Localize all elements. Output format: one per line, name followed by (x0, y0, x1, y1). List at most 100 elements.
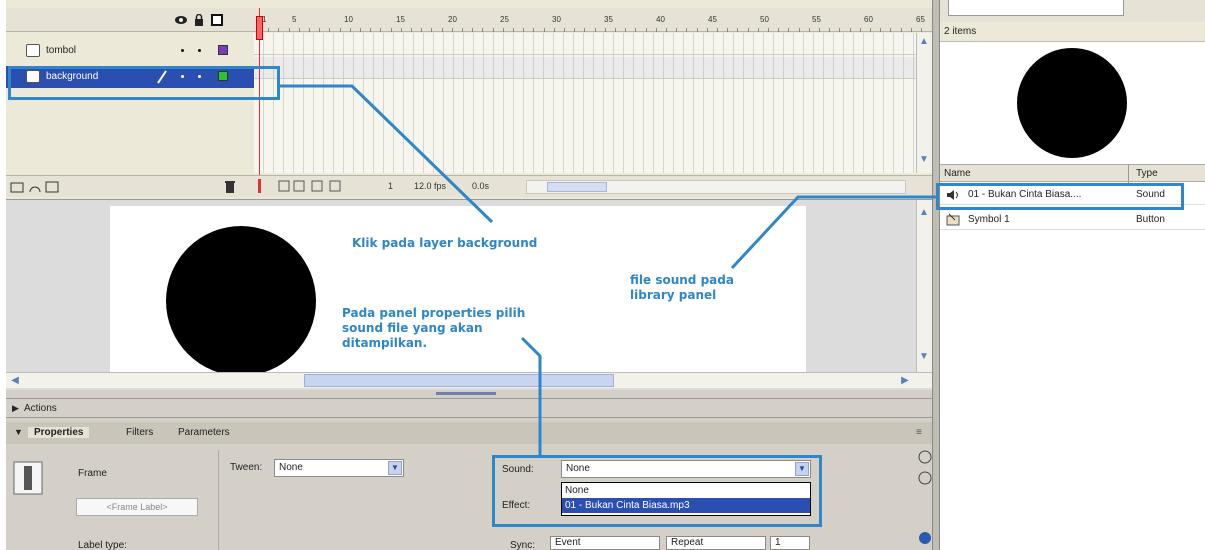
scroll-down-icon[interactable]: ▼ (917, 350, 931, 364)
trash-icon[interactable] (224, 179, 236, 194)
scroll-right-icon[interactable]: ▶ (898, 374, 912, 388)
ruler-tick (288, 28, 290, 32)
ruler-tick (910, 28, 912, 32)
tab-filters[interactable]: Filters (126, 427, 153, 438)
ruler-number: 60 (864, 15, 873, 24)
collapse-triangle-icon[interactable]: ▼ (14, 427, 23, 437)
ruler-tick (788, 28, 790, 32)
repeat-count-input[interactable]: 1 (770, 536, 810, 550)
ruler-tick (706, 28, 708, 32)
tab-parameters[interactable]: Parameters (178, 427, 230, 438)
layer-name: tombol (46, 45, 77, 56)
actions-panel-bar[interactable]: ▶ Actions (6, 398, 932, 418)
ruler-tick (880, 28, 882, 32)
layer-tools-icon[interactable] (10, 180, 60, 194)
ruler-tick (370, 28, 372, 32)
column-name[interactable]: Name (944, 168, 971, 179)
ruler-tick (472, 28, 474, 32)
column-type[interactable]: Type (1136, 168, 1158, 179)
ruler-tick (890, 28, 892, 32)
ruler-number: 65 (916, 15, 925, 24)
frame-row[interactable] (254, 57, 916, 79)
timeline-vertical-scrollbar[interactable]: ▲ ▼ (916, 33, 932, 173)
frame-label: Frame (78, 468, 107, 479)
library-item[interactable]: Symbol 1 Button (940, 210, 1205, 230)
elapsed-time: 0.0s (472, 181, 490, 191)
scroll-down-icon[interactable]: ▼ (917, 153, 931, 167)
ruler-number: 15 (396, 15, 405, 24)
ruler-tick (574, 28, 576, 32)
timeline-panel: 1 5 10 15 20 25 30 35 40 45 50 55 60 65 tombol backgr… (6, 0, 932, 200)
scroll-thumb[interactable] (304, 374, 614, 387)
ruler-tick (615, 28, 616, 32)
ruler-tick (849, 28, 851, 32)
highlight-layer-background (8, 66, 280, 100)
stage-horizontal-scrollbar[interactable]: ◀ ▶ (6, 372, 932, 388)
layer-row-tombol[interactable]: tombol (6, 40, 254, 62)
ruler-tick (655, 28, 657, 32)
ruler-tick (625, 28, 627, 32)
ruler-tick (298, 28, 300, 32)
layer-color-swatch[interactable] (218, 45, 228, 55)
scroll-up-icon[interactable]: ▲ (917, 35, 931, 49)
button-symbol-icon (946, 213, 960, 226)
ruler-tick (829, 28, 831, 32)
ruler-tick (400, 28, 402, 32)
outline-icon[interactable] (210, 14, 224, 26)
actions-label[interactable]: Actions (24, 403, 57, 414)
frame-ruler[interactable]: 1 5 10 15 20 25 30 35 40 45 50 55 60 65 (254, 8, 925, 32)
onion-skin-icons[interactable] (278, 180, 368, 193)
ruler-number: 25 (500, 15, 509, 24)
library-preview (940, 42, 1205, 164)
ruler-tick (859, 28, 861, 32)
frame-rate[interactable]: 12.0 fps (414, 181, 446, 191)
ruler-tick (502, 28, 504, 32)
ruler-tick (441, 28, 443, 32)
sync-dropdown[interactable]: Event (550, 536, 660, 550)
scroll-up-icon[interactable]: ▲ (917, 206, 931, 220)
scroll-thumb[interactable] (547, 182, 607, 192)
layer-icon (26, 44, 40, 57)
ruler-tick (768, 28, 769, 32)
stage-vertical-scrollbar[interactable]: ▲ ▼ (916, 200, 932, 375)
tween-dropdown[interactable]: None ▼ (274, 459, 404, 477)
label-type-label: Label type: (78, 540, 127, 550)
eye-icon[interactable] (174, 14, 188, 26)
panel-splitter[interactable] (436, 389, 496, 397)
timeline-horizontal-scrollbar[interactable] (526, 180, 906, 194)
properties-side-icons[interactable] (918, 450, 932, 546)
black-circle-shape[interactable] (166, 226, 316, 376)
ruler-tick (798, 28, 800, 32)
ruler-tick (921, 28, 922, 32)
sync-label: Sync: (510, 540, 536, 550)
scroll-left-icon[interactable]: ◀ (8, 374, 22, 388)
ruler-tick (451, 28, 453, 32)
expand-triangle-icon[interactable]: ▶ (12, 403, 19, 414)
highlight-sound-properties (492, 455, 822, 527)
ruler-tick (717, 28, 718, 32)
library-toolbar (940, 0, 1205, 22)
preview-circle-shape (1017, 48, 1127, 158)
ruler-tick (543, 28, 545, 32)
library-document-dropdown[interactable] (948, 0, 1124, 16)
library-item-count: 2 items (940, 22, 1205, 42)
current-frame: 1 (388, 181, 394, 191)
ruler-tick (492, 28, 494, 32)
sync-value: Event (555, 537, 581, 548)
repeat-dropdown[interactable]: Repeat (666, 536, 766, 550)
tween-value: None (279, 462, 303, 473)
chevron-down-icon[interactable]: ▼ (388, 461, 402, 475)
frames-grid[interactable] (254, 33, 916, 173)
repeat-count: 1 (775, 537, 781, 548)
visibility-dot[interactable] (181, 49, 184, 52)
lock-dot[interactable] (198, 49, 201, 52)
frame-label-input[interactable]: <Frame Label> (76, 498, 198, 516)
ruler-tick (268, 28, 270, 32)
panel-divider[interactable] (932, 0, 940, 550)
ruler-number: 20 (448, 15, 457, 24)
tab-properties[interactable]: Properties (28, 427, 90, 438)
frame-row[interactable] (254, 33, 916, 55)
lock-icon[interactable] (192, 14, 206, 26)
panel-menu-icon[interactable]: ≡ (916, 427, 922, 438)
properties-tab-bar: ▼ Properties Filters Parameters ≡ (6, 422, 932, 444)
